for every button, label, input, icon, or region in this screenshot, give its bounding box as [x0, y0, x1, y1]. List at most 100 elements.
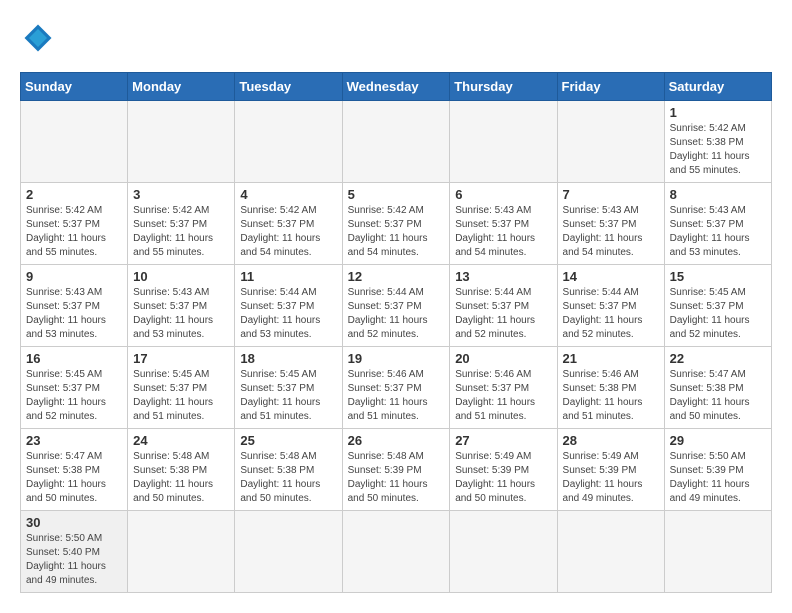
calendar-day-cell: 6Sunrise: 5:43 AM Sunset: 5:37 PM Daylig…: [450, 183, 557, 265]
calendar-week-row: 2Sunrise: 5:42 AM Sunset: 5:37 PM Daylig…: [21, 183, 772, 265]
day-number: 19: [348, 351, 445, 366]
day-number: 16: [26, 351, 122, 366]
calendar-week-row: 23Sunrise: 5:47 AM Sunset: 5:38 PM Dayli…: [21, 429, 772, 511]
day-number: 15: [670, 269, 766, 284]
day-number: 27: [455, 433, 551, 448]
calendar-day-cell: 18 Sunrise: 5:45 AM Sunset: 5:37 PM Dayli…: [235, 347, 342, 429]
day-number: 10: [133, 269, 229, 284]
day-info: Sunrise: 5:45 AM Sunset: 5:37 PM Dayligh…: [240, 368, 336, 424]
day-info: Sunrise: 5:49 AM Sunset: 5:39 PM Dayligh…: [563, 450, 659, 506]
calendar-day-cell: 25 Sunrise: 5:48 AM Sunset: 5:38 PM Dayli…: [235, 429, 342, 511]
calendar-day-cell: 9 Sunrise: 5:43 AM Sunset: 5:37 PM Daylig…: [21, 265, 128, 347]
day-info: Sunrise: 5:43 AM Sunset: 5:37 PM Dayligh…: [670, 204, 766, 260]
day-number: 20: [455, 351, 551, 366]
day-info: Sunrise: 5:45 AM Sunset: 5:37 PM Dayligh…: [26, 368, 122, 424]
logo-icon: [20, 20, 56, 56]
calendar-day-cell: 14Sunrise: 5:44 AM Sunset: 5:37 PM Dayli…: [557, 265, 664, 347]
day-of-week-header: Friday: [557, 73, 664, 101]
day-of-week-header: Wednesday: [342, 73, 450, 101]
day-of-week-header: Tuesday: [235, 73, 342, 101]
calendar-day-cell: 5Sunrise: 5:42 AM Sunset: 5:37 PM Daylig…: [342, 183, 450, 265]
calendar-day-cell: [557, 101, 664, 183]
day-of-week-header: Saturday: [664, 73, 771, 101]
calendar-day-cell: [21, 101, 128, 183]
day-info: Sunrise: 5:44 AM Sunset: 5:37 PM Dayligh…: [348, 286, 445, 342]
calendar-day-cell: 22Sunrise: 5:47 AM Sunset: 5:38 PM Dayli…: [664, 347, 771, 429]
day-info: Sunrise: 5:50 AM Sunset: 5:40 PM Dayligh…: [26, 532, 122, 588]
logo: [20, 20, 62, 56]
calendar-day-cell: [450, 101, 557, 183]
calendar-header-row: SundayMondayTuesdayWednesdayThursdayFrid…: [21, 73, 772, 101]
calendar-day-cell: 13 Sunrise: 5:44 AM Sunset: 5:37 PM Dayli…: [450, 265, 557, 347]
day-info: Sunrise: 5:42 AM Sunset: 5:38 PM Dayligh…: [670, 122, 766, 178]
day-info: Sunrise: 5:43 AM Sunset: 5:37 PM Dayligh…: [133, 286, 229, 342]
day-number: 9: [26, 269, 122, 284]
day-info: Sunrise: 5:43 AM Sunset: 5:37 PM Dayligh…: [563, 204, 659, 260]
calendar-week-row: 1 Sunrise: 5:42 AM Sunset: 5:38 PM Daylig…: [21, 101, 772, 183]
calendar-day-cell: 7 Sunrise: 5:43 AM Sunset: 5:37 PM Daylig…: [557, 183, 664, 265]
calendar-day-cell: [128, 511, 235, 593]
day-number: 8: [670, 187, 766, 202]
calendar-day-cell: 3 Sunrise: 5:42 AM Sunset: 5:37 PM Daylig…: [128, 183, 235, 265]
day-info: Sunrise: 5:46 AM Sunset: 5:37 PM Dayligh…: [455, 368, 551, 424]
calendar-day-cell: [342, 101, 450, 183]
calendar-day-cell: 20 Sunrise: 5:46 AM Sunset: 5:37 PM Dayli…: [450, 347, 557, 429]
day-info: Sunrise: 5:48 AM Sunset: 5:39 PM Dayligh…: [348, 450, 445, 506]
day-info: Sunrise: 5:44 AM Sunset: 5:37 PM Dayligh…: [455, 286, 551, 342]
calendar-day-cell: 28 Sunrise: 5:49 AM Sunset: 5:39 PM Dayli…: [557, 429, 664, 511]
calendar-day-cell: 30 Sunrise: 5:50 AM Sunset: 5:40 PM Dayli…: [21, 511, 128, 593]
day-info: Sunrise: 5:49 AM Sunset: 5:39 PM Dayligh…: [455, 450, 551, 506]
day-info: Sunrise: 5:48 AM Sunset: 5:38 PM Dayligh…: [240, 450, 336, 506]
calendar-day-cell: 16 Sunrise: 5:45 AM Sunset: 5:37 PM Dayli…: [21, 347, 128, 429]
day-number: 18: [240, 351, 336, 366]
calendar-day-cell: [450, 511, 557, 593]
calendar-week-row: 9 Sunrise: 5:43 AM Sunset: 5:37 PM Daylig…: [21, 265, 772, 347]
day-of-week-header: Sunday: [21, 73, 128, 101]
day-number: 4: [240, 187, 336, 202]
day-info: Sunrise: 5:44 AM Sunset: 5:37 PM Dayligh…: [563, 286, 659, 342]
day-info: Sunrise: 5:43 AM Sunset: 5:37 PM Dayligh…: [26, 286, 122, 342]
calendar-day-cell: [235, 101, 342, 183]
calendar-week-row: 16 Sunrise: 5:45 AM Sunset: 5:37 PM Dayli…: [21, 347, 772, 429]
page-header: [20, 20, 772, 56]
day-info: Sunrise: 5:42 AM Sunset: 5:37 PM Dayligh…: [133, 204, 229, 260]
day-info: Sunrise: 5:46 AM Sunset: 5:37 PM Dayligh…: [348, 368, 445, 424]
calendar-day-cell: [557, 511, 664, 593]
day-number: 22: [670, 351, 766, 366]
calendar-day-cell: 11Sunrise: 5:44 AM Sunset: 5:37 PM Dayli…: [235, 265, 342, 347]
day-number: 17: [133, 351, 229, 366]
day-info: Sunrise: 5:42 AM Sunset: 5:37 PM Dayligh…: [26, 204, 122, 260]
day-info: Sunrise: 5:47 AM Sunset: 5:38 PM Dayligh…: [26, 450, 122, 506]
day-info: Sunrise: 5:48 AM Sunset: 5:38 PM Dayligh…: [133, 450, 229, 506]
day-number: 26: [348, 433, 445, 448]
day-info: Sunrise: 5:43 AM Sunset: 5:37 PM Dayligh…: [455, 204, 551, 260]
day-number: 13: [455, 269, 551, 284]
calendar-day-cell: [664, 511, 771, 593]
calendar-day-cell: 29 Sunrise: 5:50 AM Sunset: 5:39 PM Dayli…: [664, 429, 771, 511]
day-info: Sunrise: 5:45 AM Sunset: 5:37 PM Dayligh…: [133, 368, 229, 424]
day-number: 12: [348, 269, 445, 284]
calendar-day-cell: 2Sunrise: 5:42 AM Sunset: 5:37 PM Daylig…: [21, 183, 128, 265]
day-number: 29: [670, 433, 766, 448]
day-number: 28: [563, 433, 659, 448]
day-number: 7: [563, 187, 659, 202]
day-of-week-header: Monday: [128, 73, 235, 101]
calendar-day-cell: 19 Sunrise: 5:46 AM Sunset: 5:37 PM Dayli…: [342, 347, 450, 429]
day-number: 1: [670, 105, 766, 120]
calendar-day-cell: 17 Sunrise: 5:45 AM Sunset: 5:37 PM Dayli…: [128, 347, 235, 429]
day-number: 3: [133, 187, 229, 202]
calendar-day-cell: 4 Sunrise: 5:42 AM Sunset: 5:37 PM Daylig…: [235, 183, 342, 265]
calendar-day-cell: 15Sunrise: 5:45 AM Sunset: 5:37 PM Dayli…: [664, 265, 771, 347]
calendar-day-cell: 12 Sunrise: 5:44 AM Sunset: 5:37 PM Dayli…: [342, 265, 450, 347]
day-info: Sunrise: 5:46 AM Sunset: 5:38 PM Dayligh…: [563, 368, 659, 424]
day-of-week-header: Thursday: [450, 73, 557, 101]
calendar-day-cell: 27 Sunrise: 5:49 AM Sunset: 5:39 PM Dayli…: [450, 429, 557, 511]
day-number: 21: [563, 351, 659, 366]
day-info: Sunrise: 5:42 AM Sunset: 5:37 PM Dayligh…: [240, 204, 336, 260]
calendar-day-cell: 8 Sunrise: 5:43 AM Sunset: 5:37 PM Daylig…: [664, 183, 771, 265]
day-number: 25: [240, 433, 336, 448]
day-info: Sunrise: 5:50 AM Sunset: 5:39 PM Dayligh…: [670, 450, 766, 506]
day-number: 30: [26, 515, 122, 530]
calendar-day-cell: 23Sunrise: 5:47 AM Sunset: 5:38 PM Dayli…: [21, 429, 128, 511]
calendar-day-cell: 1 Sunrise: 5:42 AM Sunset: 5:38 PM Daylig…: [664, 101, 771, 183]
